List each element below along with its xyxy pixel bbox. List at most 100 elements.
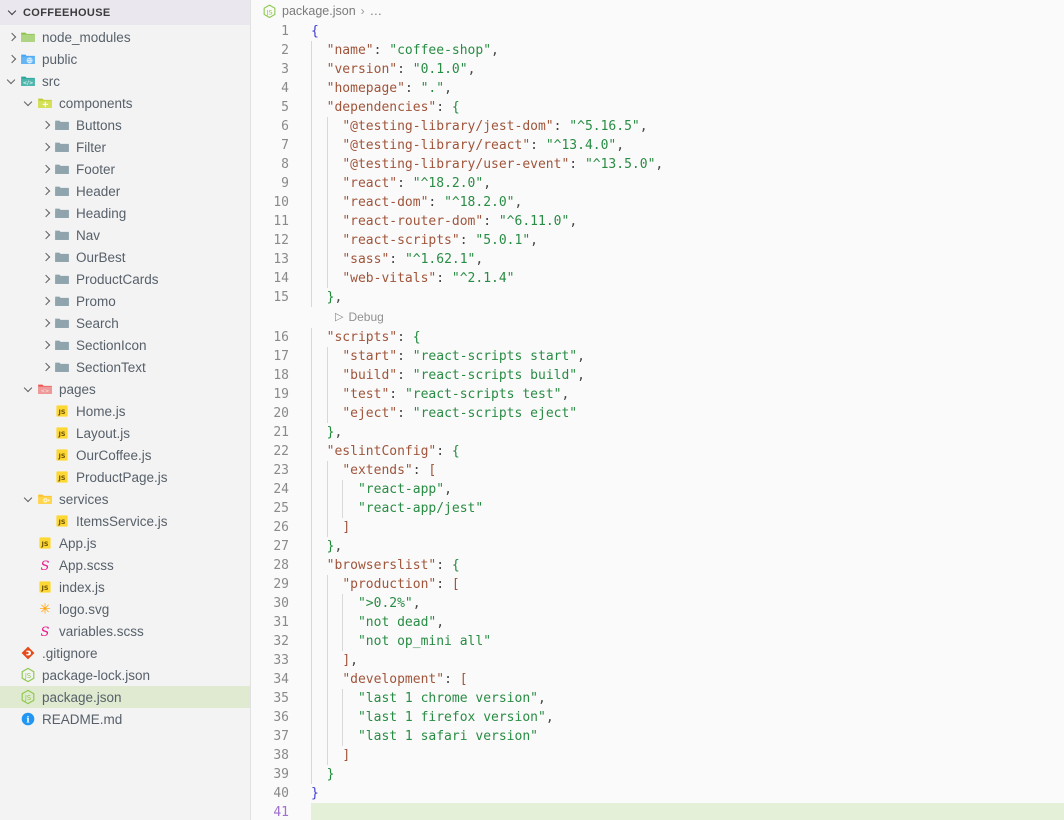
line-source[interactable]: }, [311, 288, 342, 307]
line-source[interactable]: "react-dom": "^18.2.0", [311, 193, 522, 212]
line-source[interactable]: ] [311, 518, 350, 537]
code-line[interactable]: 34 "development": [ [251, 670, 1064, 689]
chevron-right-icon[interactable] [38, 231, 54, 240]
code-line[interactable]: 31 "not dead", [251, 613, 1064, 632]
code-line[interactable]: 32 "not op_mini all" [251, 632, 1064, 651]
breadcrumb-file[interactable]: package.json [282, 4, 356, 18]
tree-item-footer[interactable]: Footer [0, 158, 250, 180]
code-line[interactable]: 25 "react-app/jest" [251, 499, 1064, 518]
line-source[interactable]: "react-router-dom": "^6.11.0", [311, 212, 577, 231]
code-line[interactable]: 28 "browserslist": { [251, 556, 1064, 575]
code-line[interactable]: 16 "scripts": { [251, 328, 1064, 347]
tree-item-index-js[interactable]: JS index.js [0, 576, 250, 598]
code-line[interactable]: 4 "homepage": ".", [251, 79, 1064, 98]
line-source[interactable]: "start": "react-scripts start", [311, 347, 585, 366]
tree-item-src[interactable]: </> src [0, 70, 250, 92]
code-line[interactable]: 33 ], [251, 651, 1064, 670]
line-source[interactable]: "web-vitals": "^2.1.4" [311, 269, 515, 288]
chevron-right-icon[interactable] [38, 253, 54, 262]
line-source[interactable]: "test": "react-scripts test", [311, 385, 569, 404]
line-source[interactable]: ] [311, 746, 350, 765]
code-line[interactable]: 19 "test": "react-scripts test", [251, 385, 1064, 404]
line-source[interactable]: ">0.2%", [311, 594, 421, 613]
tree-item-ourcoffee-js[interactable]: JS OurCoffee.js [0, 444, 250, 466]
code-line[interactable]: 21 }, [251, 423, 1064, 442]
code-line[interactable]: 35 "last 1 chrome version", [251, 689, 1064, 708]
code-line[interactable]: 20 "eject": "react-scripts eject" [251, 404, 1064, 423]
tree-item-services[interactable]: services [0, 488, 250, 510]
breadcrumb-overflow[interactable]: … [370, 4, 383, 18]
code-line[interactable]: 3 "version": "0.1.0", [251, 60, 1064, 79]
code-line[interactable]: 27 }, [251, 537, 1064, 556]
tree-item-node-modules[interactable]: node_modules [0, 26, 250, 48]
chevron-right-icon[interactable] [38, 121, 54, 130]
code-line[interactable]: 26 ] [251, 518, 1064, 537]
code-line[interactable]: 15 }, [251, 288, 1064, 307]
chevron-right-icon[interactable] [38, 341, 54, 350]
tree-item-filter[interactable]: Filter [0, 136, 250, 158]
line-source[interactable]: "react-app/jest" [311, 499, 483, 518]
tree-item-logo-svg[interactable]: ✳ logo.svg [0, 598, 250, 620]
line-source[interactable]: "version": "0.1.0", [311, 60, 475, 79]
tree-item-layout-js[interactable]: JS Layout.js [0, 422, 250, 444]
line-source[interactable]: "development": [ [311, 670, 468, 689]
line-source[interactable]: "last 1 chrome version", [311, 689, 546, 708]
line-source[interactable]: "name": "coffee-shop", [311, 41, 499, 60]
tree-item-package-json[interactable]: JS package.json [0, 686, 250, 708]
explorer-workspace-header[interactable]: COFFEEHOUSE [0, 0, 250, 25]
line-source[interactable]: "react": "^18.2.0", [311, 174, 491, 193]
code-line[interactable]: 10 "react-dom": "^18.2.0", [251, 193, 1064, 212]
tree-item-variables-scss[interactable]: Svariables.scss [0, 620, 250, 642]
code-line[interactable]: 12 "react-scripts": "5.0.1", [251, 231, 1064, 250]
tree-item-nav[interactable]: Nav [0, 224, 250, 246]
code-line[interactable]: 8 "@testing-library/user-event": "^13.5.… [251, 155, 1064, 174]
play-icon[interactable]: ▷ [335, 308, 343, 327]
line-source[interactable]: ], [311, 651, 358, 670]
tree-item-readme-md[interactable]: i README.md [0, 708, 250, 730]
tree-item-app-js[interactable]: JS App.js [0, 532, 250, 554]
code-line[interactable]: 37 "last 1 safari version" [251, 727, 1064, 746]
code-line[interactable]: 41 [251, 803, 1064, 820]
line-source[interactable]: "build": "react-scripts build", [311, 366, 585, 385]
chevron-right-icon[interactable] [38, 319, 54, 328]
line-source[interactable]: }, [311, 423, 342, 442]
tree-item-sectionicon[interactable]: SectionIcon [0, 334, 250, 356]
code-line[interactable]: 23 "extends": [ [251, 461, 1064, 480]
chevron-down-icon[interactable] [21, 495, 37, 504]
line-source[interactable]: { [311, 22, 319, 41]
chevron-right-icon[interactable] [4, 33, 20, 42]
codelens-label[interactable]: Debug [348, 308, 383, 327]
tree-item-home-js[interactable]: JS Home.js [0, 400, 250, 422]
line-source[interactable]: "@testing-library/react": "^13.4.0", [311, 136, 624, 155]
line-source[interactable]: "last 1 firefox version", [311, 708, 554, 727]
line-source[interactable]: "dependencies": { [311, 98, 460, 117]
code-line[interactable]: 18 "build": "react-scripts build", [251, 366, 1064, 385]
code-line[interactable]: 13 "sass": "^1.62.1", [251, 250, 1064, 269]
code-line[interactable]: 9 "react": "^18.2.0", [251, 174, 1064, 193]
line-source[interactable]: }, [311, 537, 342, 556]
code-content[interactable]: 1{2 "name": "coffee-shop", 3 "version": "… [251, 22, 1064, 820]
line-source[interactable]: "react-app", [311, 480, 452, 499]
chevron-right-icon[interactable] [38, 165, 54, 174]
breadcrumb[interactable]: JS package.json › … [251, 0, 1064, 22]
line-source[interactable]: } [311, 765, 334, 784]
tree-item-itemsservice-js[interactable]: JS ItemsService.js [0, 510, 250, 532]
tree-item-productcards[interactable]: ProductCards [0, 268, 250, 290]
line-source[interactable]: "sass": "^1.62.1", [311, 250, 483, 269]
code-line[interactable]: 36 "last 1 firefox version", [251, 708, 1064, 727]
chevron-right-icon[interactable] [38, 297, 54, 306]
code-line[interactable]: 30 ">0.2%", [251, 594, 1064, 613]
code-line[interactable]: 2 "name": "coffee-shop", [251, 41, 1064, 60]
code-line[interactable]: 39 } [251, 765, 1064, 784]
line-source[interactable]: "browserslist": { [311, 556, 460, 575]
code-line[interactable]: 38 ] [251, 746, 1064, 765]
line-source[interactable]: "@testing-library/user-event": "^13.5.0"… [311, 155, 663, 174]
tree-item-app-scss[interactable]: S App.scss [0, 554, 250, 576]
line-source[interactable]: "@testing-library/jest-dom": "^5.16.5", [311, 117, 648, 136]
line-source[interactable]: "not dead", [311, 613, 444, 632]
tree-item-ourbest[interactable]: OurBest [0, 246, 250, 268]
tree-item-buttons[interactable]: Buttons [0, 114, 250, 136]
tree-item-promo[interactable]: Promo [0, 290, 250, 312]
code-line[interactable]: 40} [251, 784, 1064, 803]
code-line[interactable]: 24 "react-app", [251, 480, 1064, 499]
